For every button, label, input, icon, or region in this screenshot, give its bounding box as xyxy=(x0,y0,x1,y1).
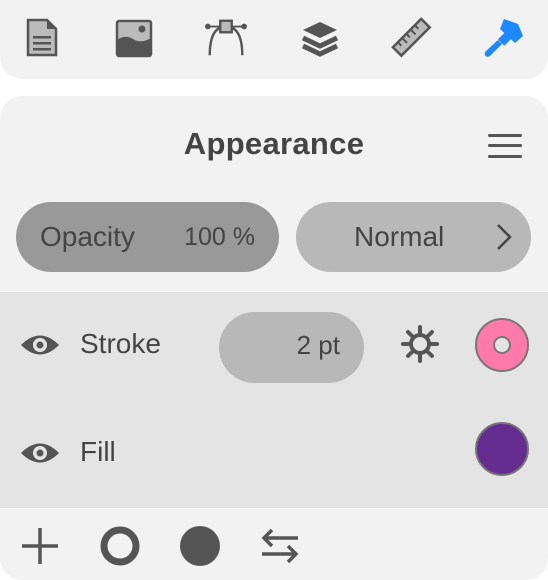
panel-title: Appearance xyxy=(183,126,365,161)
stroke-color-swatch[interactable] xyxy=(475,318,529,372)
stroke-row[interactable]: Stroke 2 pt xyxy=(0,292,548,400)
stroke-width-control[interactable]: 2 pt xyxy=(219,312,364,383)
swap-arrows-icon[interactable] xyxy=(258,524,302,568)
top-toolbar xyxy=(0,0,548,79)
image-icon[interactable] xyxy=(112,16,156,60)
fill-row[interactable]: Fill xyxy=(0,400,548,508)
stroke-width-value: 2 pt xyxy=(296,330,340,360)
appearance-panel: Appearance Opacity 100 % Normal Stroke 2… xyxy=(0,96,548,580)
stroke-swatch-hole xyxy=(493,336,511,354)
opacity-control[interactable]: Opacity 100 % xyxy=(16,202,279,272)
blend-mode-value: Normal xyxy=(354,221,445,252)
plus-icon[interactable] xyxy=(18,524,62,568)
opacity-label: Opacity xyxy=(40,221,135,252)
document-icon[interactable] xyxy=(20,16,64,60)
hamburger-menu-icon[interactable] xyxy=(486,132,524,160)
blend-mode-select[interactable]: Normal xyxy=(296,202,531,272)
chevron-right-icon xyxy=(497,224,512,250)
eye-icon[interactable] xyxy=(19,438,61,468)
ruler-icon[interactable] xyxy=(390,16,434,60)
gear-icon[interactable] xyxy=(400,324,440,364)
paintbrush-icon[interactable] xyxy=(482,16,526,60)
opacity-value: 100 % xyxy=(184,222,255,251)
stroke-label: Stroke xyxy=(80,328,161,359)
fill-color-swatch[interactable] xyxy=(475,422,529,476)
filled-circle-icon[interactable] xyxy=(178,524,222,568)
eye-icon[interactable] xyxy=(19,330,61,360)
fill-label: Fill xyxy=(80,436,116,467)
bottom-actions xyxy=(0,508,548,580)
layers-icon[interactable] xyxy=(298,16,342,60)
appearance-layers-list: Stroke 2 pt Fill xyxy=(0,292,548,508)
ring-icon[interactable] xyxy=(98,524,142,568)
bezier-path-icon[interactable] xyxy=(204,16,248,60)
